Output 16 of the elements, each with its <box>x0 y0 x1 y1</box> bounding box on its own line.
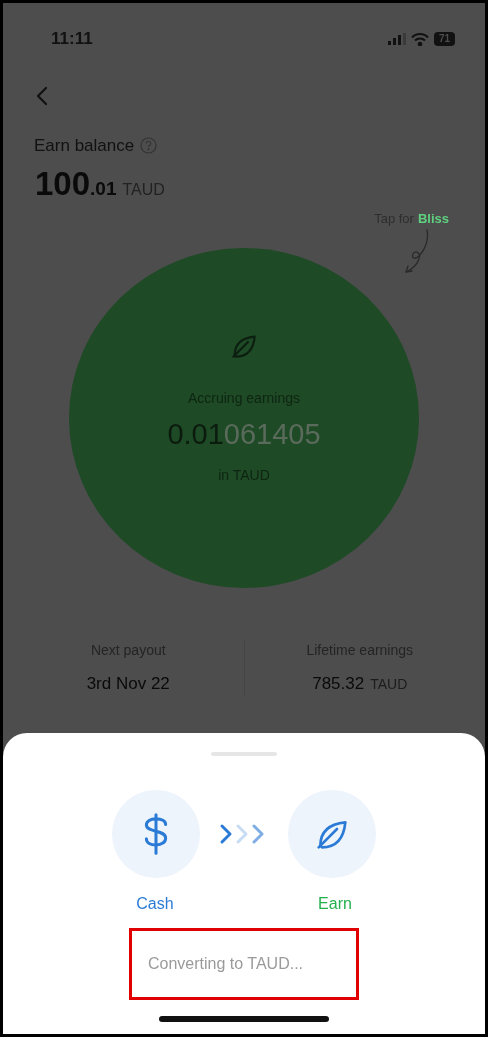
stat-value: 3rd Nov 22 <box>86 673 170 695</box>
status-time: 11:11 <box>51 28 93 51</box>
signal-icon <box>387 33 406 45</box>
balance-whole: 100 <box>35 163 91 204</box>
balance-fraction: .01 <box>90 176 117 201</box>
from-label: Cash <box>135 894 175 914</box>
help-icon[interactable] <box>140 137 158 155</box>
battery-level: 71 <box>433 32 455 46</box>
accrued-amount-tail: 061405 <box>223 417 321 453</box>
wifi-icon <box>410 32 429 46</box>
to-label: Earn <box>317 894 353 914</box>
bliss-link[interactable]: Bliss <box>417 208 449 228</box>
status-text: Converting to TAUD... <box>148 954 304 974</box>
stat-value: 785.32 <box>312 673 365 695</box>
balance-label: Earn balance <box>34 135 135 157</box>
back-icon[interactable] <box>35 85 49 107</box>
